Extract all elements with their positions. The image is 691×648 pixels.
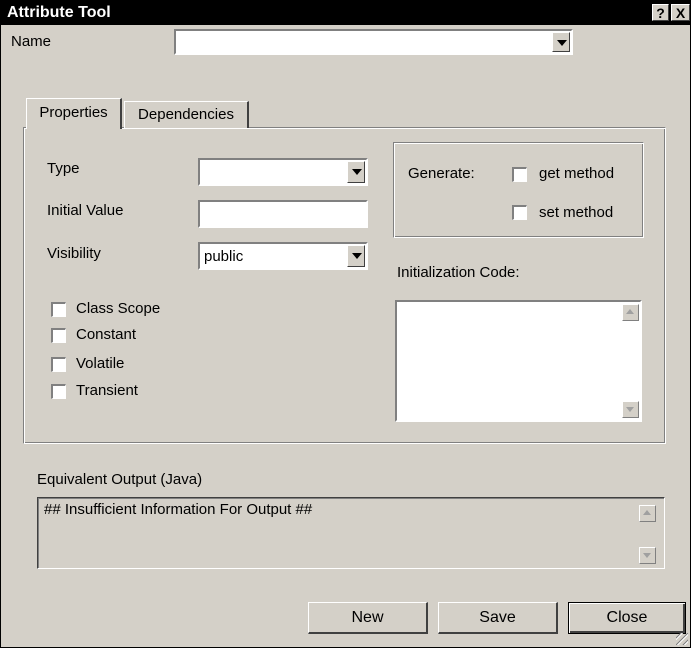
- volatile-label[interactable]: Volatile: [76, 355, 124, 372]
- init-code-scroll-up-button[interactable]: [622, 304, 639, 321]
- class-scope-checkbox[interactable]: [51, 302, 66, 317]
- set-method-label[interactable]: set method: [539, 204, 613, 221]
- output-scroll-up-button[interactable]: [639, 505, 656, 522]
- visibility-combobox[interactable]: public: [198, 242, 368, 270]
- help-button[interactable]: ?: [652, 4, 669, 21]
- save-button[interactable]: Save: [438, 602, 558, 634]
- visibility-value: public: [204, 248, 244, 265]
- equivalent-output-box: ## Insufficient Information For Output #…: [37, 497, 665, 569]
- resize-grip-icon[interactable]: [676, 633, 688, 645]
- generate-group: [393, 142, 644, 238]
- tab-properties[interactable]: Properties: [26, 98, 122, 129]
- attribute-tool-window: Attribute Tool ? X Name Properties Depen…: [0, 0, 691, 648]
- type-combobox[interactable]: [198, 158, 368, 186]
- window-title: Attribute Tool: [7, 4, 111, 21]
- name-combobox[interactable]: [174, 29, 573, 55]
- visibility-dropdown-button[interactable]: [347, 245, 365, 267]
- type-label: Type: [47, 160, 80, 177]
- type-dropdown-button[interactable]: [347, 161, 365, 183]
- class-scope-label[interactable]: Class Scope: [76, 300, 160, 317]
- help-icon: ?: [656, 5, 665, 21]
- close-window-button[interactable]: X: [671, 4, 690, 21]
- set-method-checkbox[interactable]: [512, 205, 527, 220]
- tab-dependencies-label: Dependencies: [138, 106, 234, 123]
- title-bar: Attribute Tool ? X: [1, 1, 690, 25]
- initial-value-input[interactable]: [198, 200, 368, 228]
- equivalent-output-label: Equivalent Output (Java): [37, 471, 203, 488]
- name-label: Name: [11, 33, 52, 50]
- volatile-checkbox[interactable]: [51, 357, 66, 372]
- visibility-label: Visibility: [47, 245, 101, 262]
- transient-checkbox[interactable]: [51, 384, 66, 399]
- close-icon: X: [675, 5, 686, 21]
- tab-properties-label: Properties: [39, 104, 108, 121]
- get-method-checkbox[interactable]: [512, 167, 527, 182]
- initialization-code-textarea[interactable]: [395, 300, 642, 422]
- init-code-scroll-down-button[interactable]: [622, 401, 639, 418]
- name-dropdown-button[interactable]: [552, 32, 570, 52]
- generate-label: Generate:: [408, 165, 475, 182]
- tab-dependencies[interactable]: Dependencies: [124, 101, 249, 128]
- new-button[interactable]: New: [308, 602, 428, 634]
- initial-value-label: Initial Value: [47, 202, 124, 219]
- output-scroll-down-button[interactable]: [639, 547, 656, 564]
- constant-label[interactable]: Constant: [76, 326, 136, 343]
- initialization-code-label: Initialization Code:: [397, 264, 520, 281]
- equivalent-output-text: ## Insufficient Information For Output #…: [44, 501, 313, 518]
- get-method-label[interactable]: get method: [539, 165, 614, 182]
- close-button[interactable]: Close: [568, 602, 686, 634]
- transient-label[interactable]: Transient: [76, 382, 138, 399]
- constant-checkbox[interactable]: [51, 328, 66, 343]
